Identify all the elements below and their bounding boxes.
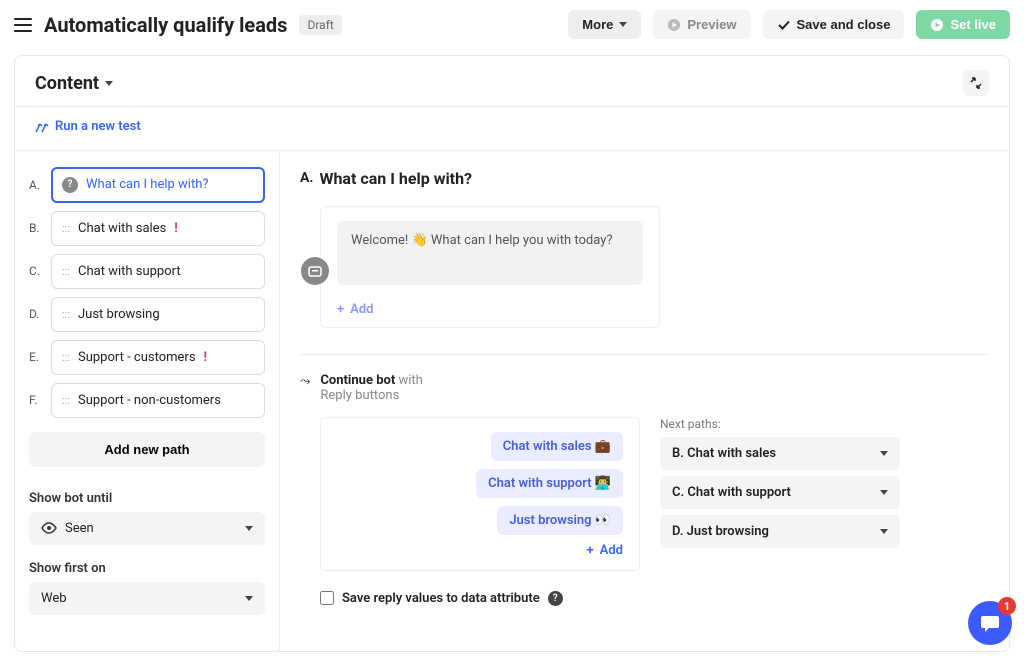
path-item[interactable]: :::Support - customers !: [51, 340, 265, 375]
path-letter: E.: [29, 350, 43, 364]
more-button[interactable]: More: [568, 10, 641, 39]
next-path-item[interactable]: B. Chat with sales: [660, 437, 900, 470]
eye-icon: [41, 522, 57, 534]
show-until-select[interactable]: Seen: [29, 512, 265, 545]
chevron-down-icon: [880, 490, 888, 495]
drag-icon: :::: [62, 351, 70, 364]
path-letter: B.: [29, 221, 43, 235]
preview-button[interactable]: Preview: [653, 10, 750, 39]
path-label: Chat with sales: [78, 221, 166, 236]
path-letter: A.: [300, 170, 313, 186]
show-first-select[interactable]: Web: [29, 582, 265, 615]
path-label: Chat with support: [78, 264, 181, 279]
chevron-down-icon: [880, 529, 888, 534]
path-label: What can I help with?: [86, 177, 209, 192]
next-paths-label: Next paths:: [660, 417, 900, 431]
arrow-right-icon: ⤳: [300, 374, 310, 389]
chevron-down-icon: [880, 451, 888, 456]
expand-button[interactable]: [963, 70, 989, 96]
drag-icon: :::: [62, 265, 70, 278]
chevron-down-icon: [245, 526, 253, 531]
plus-icon: +: [587, 543, 594, 558]
reply-pill[interactable]: Just browsing 👀: [497, 506, 623, 535]
path-title: What can I help with?: [319, 169, 472, 188]
path-item[interactable]: :::Chat with support: [51, 254, 265, 289]
chat-launcher[interactable]: 1: [968, 601, 1012, 645]
path-letter: D.: [29, 307, 43, 321]
help-icon[interactable]: ?: [548, 591, 563, 606]
reply-pill[interactable]: Chat with support 👨‍💻: [476, 469, 623, 498]
set-live-button[interactable]: Set live: [916, 10, 1010, 39]
path-label: Support - customers: [78, 350, 196, 365]
path-label: Just browsing: [78, 307, 160, 322]
welcome-message[interactable]: Welcome! 👋 What can I help you with toda…: [337, 221, 643, 285]
message-block[interactable]: Welcome! 👋 What can I help you with toda…: [320, 206, 660, 328]
path-letter: A.: [29, 178, 43, 192]
question-icon: ?: [62, 177, 78, 193]
path-letter: C.: [29, 264, 43, 278]
drag-icon: :::: [62, 308, 70, 321]
show-first-label: Show first on: [29, 561, 265, 576]
reply-pill[interactable]: Chat with sales 💼: [491, 432, 623, 461]
save-reply-checkbox[interactable]: [320, 591, 334, 605]
warning-icon: !: [204, 350, 208, 365]
menu-icon[interactable]: [14, 18, 32, 32]
continue-sub-label: Reply buttons: [320, 388, 399, 403]
save-reply-label: Save reply values to data attribute: [342, 591, 540, 606]
content-dropdown[interactable]: Content: [35, 73, 113, 94]
save-close-button[interactable]: Save and close: [763, 10, 905, 39]
bot-avatar-icon: [301, 257, 329, 285]
chevron-down-icon: [619, 22, 627, 27]
chevron-down-icon: [105, 81, 113, 86]
path-item[interactable]: ? What can I help with?: [51, 167, 265, 203]
reply-buttons-block: Chat with sales 💼 Chat with support 👨‍💻 Ju…: [320, 417, 640, 571]
path-letter: F.: [29, 393, 43, 407]
run-test-link[interactable]: Run a new test: [35, 119, 141, 134]
path-item[interactable]: :::Support - non-customers: [51, 383, 265, 418]
next-path-item[interactable]: C. Chat with support: [660, 476, 900, 509]
drag-icon: :::: [62, 222, 70, 235]
add-path-button[interactable]: Add new path: [29, 432, 265, 467]
path-item[interactable]: :::Chat with sales !: [51, 211, 265, 246]
path-item[interactable]: :::Just browsing: [51, 297, 265, 332]
continue-bot-label: Continue bot: [320, 373, 395, 388]
warning-icon: !: [174, 221, 178, 236]
status-badge: Draft: [299, 15, 341, 35]
page-title: Automatically qualify leads: [44, 13, 287, 37]
path-label: Support - non-customers: [78, 393, 221, 408]
next-path-item[interactable]: D. Just browsing: [660, 515, 900, 548]
notification-badge: 1: [998, 597, 1016, 615]
add-reply-link[interactable]: + Add: [587, 543, 623, 558]
chevron-down-icon: [245, 596, 253, 601]
plus-icon: +: [337, 302, 344, 317]
drag-icon: :::: [62, 394, 70, 407]
show-until-label: Show bot until: [29, 491, 265, 506]
add-message-link[interactable]: + Add: [337, 302, 373, 317]
